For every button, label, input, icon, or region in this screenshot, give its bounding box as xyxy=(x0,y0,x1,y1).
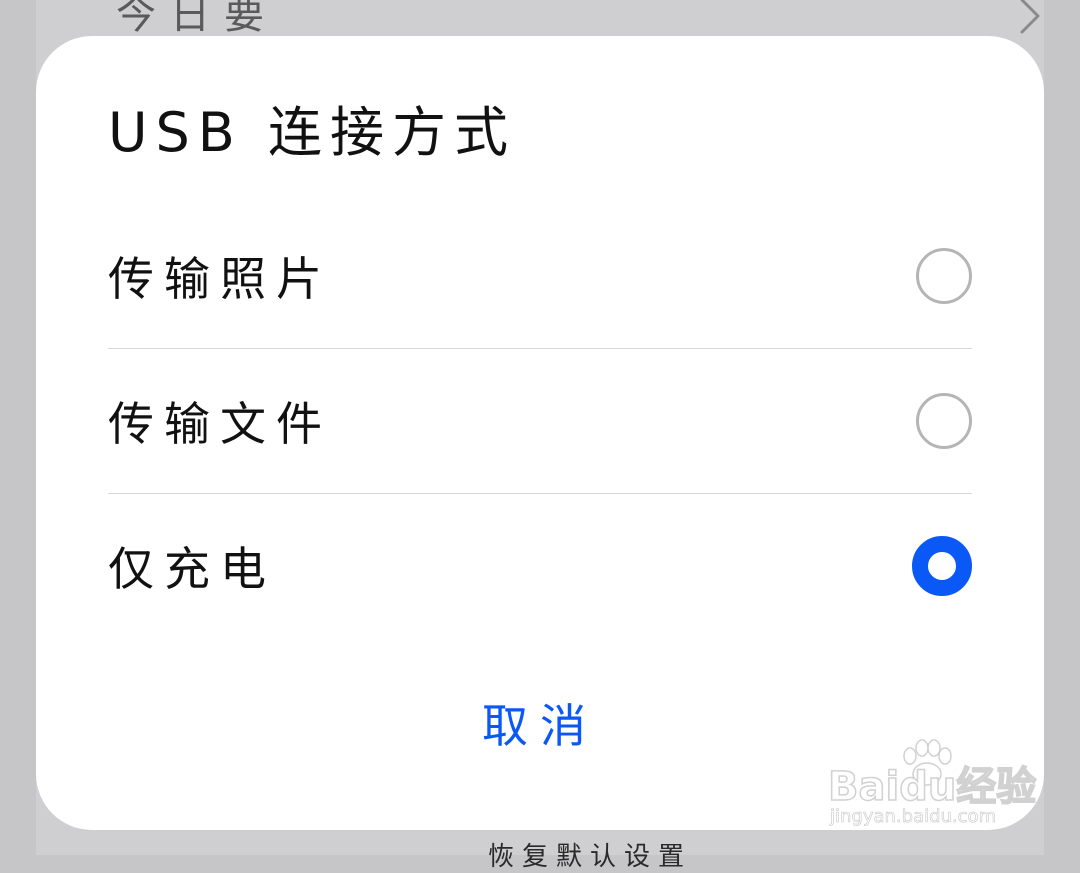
dialog-title: USB 连接方式 xyxy=(108,101,517,164)
usb-connection-dialog: USB 连接方式 传输照片 传输文件 仅充电 取消 xyxy=(36,36,1044,830)
radio-unchecked-icon[interactable] xyxy=(916,392,972,449)
option-label: 传输照片 xyxy=(108,251,332,306)
baidu-jingyan-watermark: Baidu经验 jingyan.baidu.com xyxy=(827,739,1037,832)
radio-unchecked-icon[interactable] xyxy=(916,247,972,304)
cancel-button[interactable]: 取消 xyxy=(440,686,640,766)
option-label: 传输文件 xyxy=(108,396,332,451)
background-item-label: 今日要 xyxy=(116,0,278,38)
watermark-url: jingyan.baidu.com xyxy=(830,806,997,828)
chevron-right-icon xyxy=(1020,0,1040,34)
option-transfer-files[interactable]: 传输文件 xyxy=(108,348,972,493)
radio-checked-icon[interactable] xyxy=(912,535,972,596)
option-label: 仅充电 xyxy=(108,541,276,596)
option-transfer-photos[interactable]: 传输照片 xyxy=(108,203,972,348)
watermark-logo-text: Baidu经验 xyxy=(827,763,1037,811)
option-charge-only[interactable]: 仅充电 xyxy=(108,493,972,638)
